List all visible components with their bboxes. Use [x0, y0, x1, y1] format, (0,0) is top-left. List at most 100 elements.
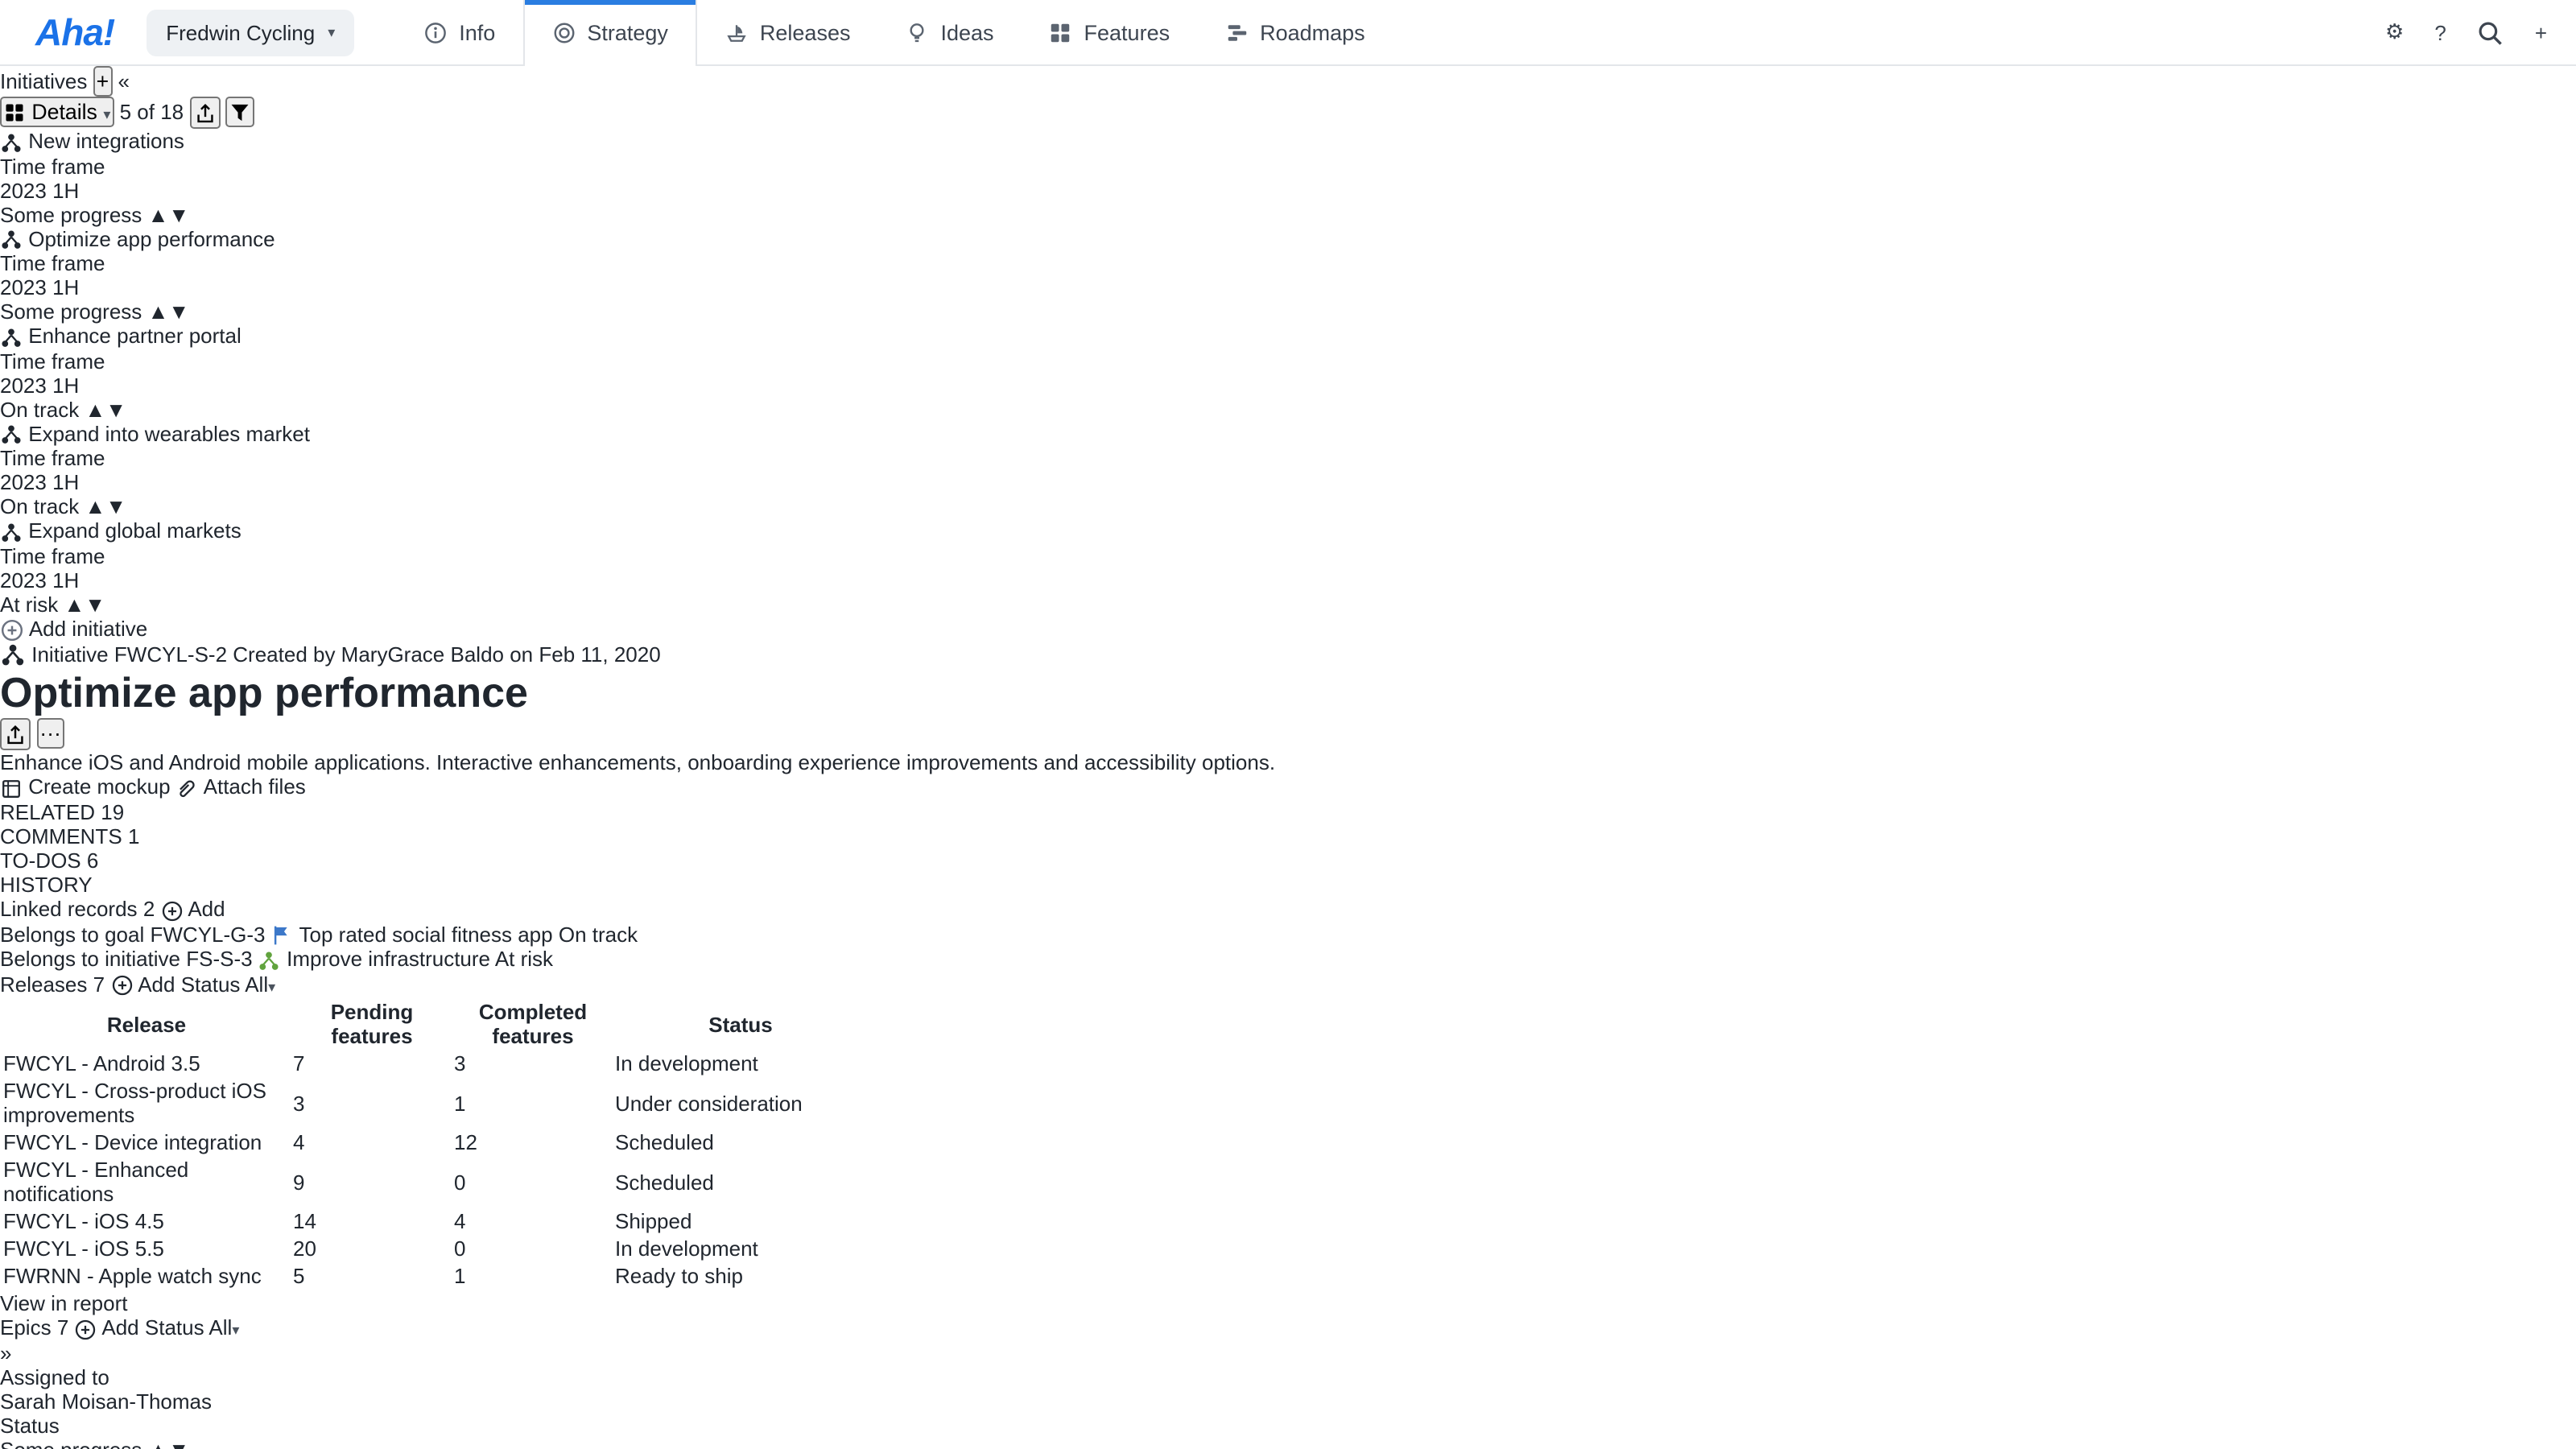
- release-link[interactable]: FWCYL - Enhanced notifications: [3, 1158, 188, 1206]
- section-count-badge: 2: [143, 897, 155, 921]
- initiative-card[interactable]: New integrations Time frame 2023 1H Some…: [0, 129, 2576, 226]
- initiative-card[interactable]: Expand global markets Time frame 2023 1H…: [0, 518, 2576, 616]
- nav-tab-strategy[interactable]: Strategy: [522, 0, 697, 66]
- release-link[interactable]: FWCYL - Cross-product iOS improvements: [3, 1079, 266, 1127]
- share-button[interactable]: [0, 719, 31, 751]
- nav-tab-features[interactable]: Features: [1022, 0, 1198, 64]
- create-mockup-link[interactable]: Create mockup: [0, 775, 176, 799]
- plus-circle-icon: [110, 974, 133, 997]
- funnel-icon: [229, 102, 252, 125]
- release-link[interactable]: FWCYL - iOS 4.5: [3, 1209, 164, 1233]
- tab-todos[interactable]: TO-DOS 6: [0, 848, 2576, 873]
- stepper-arrows-icon: ▲▼: [148, 202, 190, 226]
- add-linked-record-link[interactable]: Add: [161, 897, 225, 921]
- nav-tab-roadmaps[interactable]: Roadmaps: [1197, 0, 1393, 64]
- nav-tab-ideas[interactable]: Ideas: [877, 0, 1021, 64]
- record-created-text: Created by MaryGrace Baldo on Feb 11, 20…: [233, 642, 660, 667]
- nav-tab-label: Info: [459, 20, 495, 44]
- nav-tab-label: Features: [1084, 20, 1170, 44]
- release-link[interactable]: FWCYL - iOS 5.5: [3, 1236, 164, 1261]
- status-badge: Under consideration: [615, 1091, 803, 1115]
- workspace-selector[interactable]: Fredwin Cycling ▾: [147, 9, 354, 56]
- collapse-sidebar-icon[interactable]: «: [118, 69, 130, 93]
- column-header: Release: [3, 1000, 290, 1048]
- releases-table: Release Pending features Completed featu…: [0, 997, 869, 1291]
- table-row: FWCYL - Device integration 4 12 Schedule…: [3, 1130, 866, 1154]
- search-icon[interactable]: [2477, 19, 2504, 46]
- table-row: FWCYL - iOS 4.5 14 4 Shipped: [3, 1209, 866, 1233]
- initiative-link[interactable]: Improve infrastructure: [287, 947, 490, 971]
- linked-record-prefix: Belongs to goal: [0, 922, 144, 946]
- status-dropdown-badge[interactable]: Some progress ▲▼: [0, 1438, 189, 1449]
- initiative-icon: [0, 131, 23, 154]
- status-badge[interactable]: On track ▲▼: [0, 397, 126, 421]
- plus-circle-icon: [161, 899, 184, 922]
- table-row: FWCYL - Enhanced notifications 9 0 Sched…: [3, 1158, 866, 1206]
- tab-history[interactable]: HISTORY: [0, 873, 2576, 897]
- linked-record-row: Belongs to goal FWCYL-G-3 Top rated soci…: [0, 922, 2576, 947]
- more-options-button[interactable]: ···: [36, 719, 64, 749]
- status-badge[interactable]: On track ▲▼: [0, 494, 126, 518]
- initiative-card-selected[interactable]: Optimize app performance Time frame 2023…: [0, 226, 2576, 324]
- tab-count-badge: 1: [128, 824, 139, 848]
- add-initiative-button[interactable]: +: [93, 66, 113, 97]
- release-link[interactable]: FWRNN - Apple watch sync: [3, 1264, 262, 1288]
- details-panel: » Assigned to Sarah Moisan-Thomas Status…: [0, 1341, 2576, 1449]
- section-count-badge: 7: [93, 972, 105, 996]
- aha-logo[interactable]: Aha!: [35, 10, 114, 54]
- section-count-badge: 7: [57, 1315, 68, 1340]
- expand-panel-icon[interactable]: »: [0, 1341, 11, 1365]
- field-label: Assigned to: [0, 1365, 2576, 1389]
- stepper-arrows-icon: ▲▼: [148, 1438, 190, 1449]
- table-row: FWCYL - Android 3.5 7 3 In development: [3, 1051, 866, 1075]
- card-title: New integrations: [28, 129, 184, 153]
- initiative-card[interactable]: Expand into wearables market Time frame …: [0, 421, 2576, 518]
- linked-record-ref: FWCYL-G-3: [151, 922, 266, 946]
- record-type-label: Initiative: [31, 642, 108, 667]
- gear-icon[interactable]: ⚙: [2385, 19, 2404, 45]
- tab-related[interactable]: RELATED 19: [0, 800, 2576, 824]
- record-header: Initiative FWCYL-S-2 Created by MaryGrac…: [0, 642, 2576, 751]
- details-view-button[interactable]: Details ▾: [0, 97, 114, 128]
- status-badge[interactable]: Some progress ▲▼: [0, 202, 189, 226]
- release-link[interactable]: FWCYL - Device integration: [3, 1130, 262, 1154]
- linked-record-ref: FS-S-3: [186, 947, 252, 971]
- initiative-card[interactable]: Enhance partner portal Time frame 2023 1…: [0, 324, 2576, 421]
- record-tabs: RELATED 19 COMMENTS 1 TO-DOS 6 HISTORY: [0, 800, 2576, 897]
- add-icon[interactable]: +: [2535, 20, 2547, 44]
- add-initiative-link[interactable]: Add initiative: [0, 617, 2576, 642]
- app-window: Aha! Fredwin Cycling ▾ Info Strategy Rel…: [0, 0, 2576, 1449]
- status-filter-dropdown[interactable]: Status All▾: [145, 1315, 239, 1340]
- time-frame-label: Time frame: [0, 349, 2576, 373]
- view-in-report-link[interactable]: View in report: [0, 1291, 2576, 1315]
- time-frame-label: Time frame: [0, 251, 2576, 275]
- lightbulb-icon: [905, 20, 929, 44]
- status-badge: Shipped: [615, 1209, 691, 1233]
- tab-comments[interactable]: COMMENTS 1: [0, 824, 2576, 848]
- nav-tab-info[interactable]: Info: [396, 0, 522, 64]
- release-link[interactable]: FWCYL - Android 3.5: [3, 1051, 200, 1075]
- time-frame-value: 2023 1H: [0, 470, 2576, 494]
- column-header: Pending features: [293, 1000, 451, 1048]
- help-icon[interactable]: ?: [2434, 20, 2446, 44]
- goal-link[interactable]: Top rated social fitness app: [299, 922, 553, 946]
- filter-button[interactable]: [226, 97, 255, 128]
- status-badge: On track: [559, 922, 638, 946]
- grid-icon: [1049, 20, 1073, 44]
- user-avatar[interactable]: [2314, 12, 2355, 52]
- stepper-arrows-icon: ▲▼: [85, 494, 127, 518]
- table-row: FWCYL - Cross-product iOS improvements 3…: [3, 1079, 866, 1127]
- assignee-name: Sarah Moisan-Thomas: [0, 1389, 212, 1414]
- time-frame-label: Time frame: [0, 154, 2576, 178]
- time-frame-value: 2023 1H: [0, 178, 2576, 202]
- status-filter-dropdown[interactable]: Status All▾: [181, 972, 275, 996]
- add-epic-link[interactable]: Add: [75, 1315, 145, 1340]
- status-badge[interactable]: At risk ▲▼: [0, 592, 105, 617]
- export-button[interactable]: [189, 97, 220, 129]
- status-badge[interactable]: Some progress ▲▼: [0, 299, 189, 324]
- chevron-down-icon: ▾: [103, 106, 110, 122]
- record-ref-link[interactable]: FWCYL-S-2: [114, 642, 227, 667]
- nav-tab-releases[interactable]: Releases: [697, 0, 878, 64]
- attach-files-link[interactable]: Attach files: [176, 775, 306, 799]
- add-release-link[interactable]: Add: [110, 972, 180, 996]
